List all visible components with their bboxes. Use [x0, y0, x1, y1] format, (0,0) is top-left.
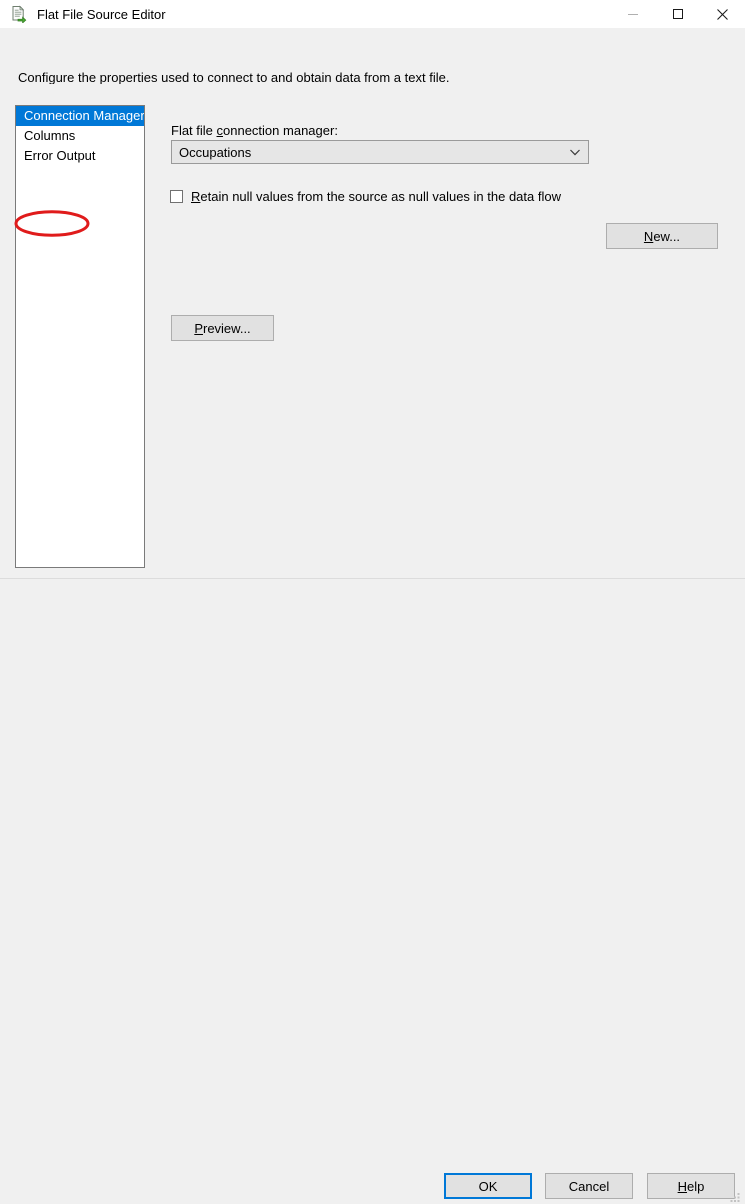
sidebar-item-error-output[interactable]: Error Output: [16, 146, 144, 166]
window-title: Flat File Source Editor: [37, 6, 166, 22]
maximize-icon[interactable]: [655, 0, 700, 28]
page-list[interactable]: Connection Manager Columns Error Output: [15, 105, 145, 568]
minimize-icon[interactable]: [610, 0, 655, 28]
new-button-label: ew...: [653, 228, 681, 244]
help-button[interactable]: Help: [647, 1173, 735, 1199]
sidebar-item-columns[interactable]: Columns: [16, 126, 144, 146]
close-icon[interactable]: [700, 0, 745, 28]
preview-button-accel: P: [194, 320, 203, 336]
cancel-button[interactable]: Cancel: [545, 1173, 633, 1199]
sidebar-item-label: Error Output: [24, 148, 96, 163]
new-button-accel: N: [643, 228, 654, 244]
sidebar-item-label: Columns: [24, 128, 76, 143]
chevron-down-icon[interactable]: [562, 141, 588, 163]
ok-button-label: OK: [478, 1178, 498, 1194]
connection-manager-dropdown[interactable]: Occupations: [171, 140, 589, 164]
header-description: Configure the properties used to connect…: [18, 70, 450, 85]
ok-button[interactable]: OK: [444, 1173, 532, 1199]
sidebar-item-connection-manager[interactable]: Connection Manager: [16, 106, 144, 126]
label-part-pre: Flat file: [171, 123, 217, 138]
new-connection-button[interactable]: New...: [606, 223, 718, 249]
preview-button[interactable]: Preview...: [171, 315, 274, 341]
retain-null-values-checkbox[interactable]: [170, 190, 183, 203]
header-band: Configure the properties used to connect…: [0, 28, 745, 85]
resize-grip-icon[interactable]: [729, 1192, 741, 1204]
retain-label-text: etain null values from the source as nul…: [200, 189, 561, 204]
title-bar: Flat File Source Editor: [0, 0, 745, 28]
help-button-accel: H: [677, 1178, 688, 1194]
label-part-post: onnection manager:: [223, 123, 338, 138]
cancel-button-label: Cancel: [568, 1178, 610, 1194]
connection-manager-label: Flat file connection manager:: [171, 123, 338, 138]
window-controls: [610, 0, 745, 28]
retain-null-values-label[interactable]: Retain null values from the source as nu…: [191, 189, 561, 204]
connection-manager-value: Occupations: [179, 144, 252, 160]
help-button-label: elp: [687, 1178, 705, 1194]
flat-file-source-icon: [10, 5, 28, 24]
retain-null-values-row[interactable]: Retain null values from the source as nu…: [170, 189, 561, 204]
retain-label-accel: R: [191, 189, 201, 204]
dialog-footer: OK Cancel Help: [0, 579, 745, 1202]
sidebar-item-label: Connection Manager: [24, 108, 145, 123]
dialog-body: Connection Manager Columns Error Output …: [0, 84, 745, 578]
preview-button-label: review...: [202, 320, 251, 336]
